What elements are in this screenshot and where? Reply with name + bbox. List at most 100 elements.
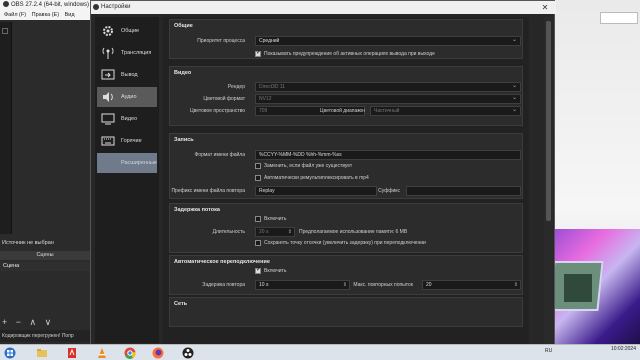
sidebar-item-label: Общие	[121, 28, 140, 34]
overwrite-label: Заменить, если файл уже существует	[264, 163, 353, 169]
no-source-label: Источник не выбран	[2, 240, 54, 246]
firefox-icon[interactable]	[152, 347, 164, 359]
section-recording: Запись Формат имени файла %CCYY-%MM-%DD …	[169, 133, 523, 199]
color-format-label: Цветовой формат	[203, 96, 245, 102]
section-title: Сеть	[174, 301, 188, 307]
scrollbar-thumb[interactable]	[546, 21, 551, 221]
obs-logo-icon	[3, 1, 9, 7]
language-indicator[interactable]: RU	[545, 348, 552, 354]
section-title: Автоматическое переподключение	[174, 259, 270, 265]
sidebar-item-label: Видео	[121, 116, 138, 122]
dialog-title-bar: Настройки ✕	[91, 1, 556, 14]
clock[interactable]: 10:02:2024	[611, 346, 636, 353]
scene-list-item[interactable]: Сцена	[0, 262, 90, 271]
section-stream-delay: Задержка потока Включить Длительность 20…	[169, 203, 523, 253]
close-icon[interactable]: ✕	[534, 1, 556, 14]
section-title: Запись	[174, 137, 194, 143]
scenes-header: Сцены	[0, 251, 90, 260]
broadcast-icon	[102, 47, 114, 59]
filename-format-input[interactable]: %CCYY-%MM-%DD %hh-%mm-%ss	[255, 150, 521, 160]
preview-handle-icon	[2, 28, 8, 34]
section-auto-reconnect: Автоматическое переподключение Включить …	[169, 255, 523, 295]
start-icon[interactable]	[4, 347, 16, 359]
renderer-select[interactable]: Direct3D 11	[255, 82, 521, 92]
menu-edit[interactable]: Правка (E)	[32, 12, 59, 18]
remux-label: Автоматически ремультиплексировать в mp4	[264, 175, 369, 181]
reconnect-enable-checkbox[interactable]	[255, 266, 261, 274]
duration-input[interactable]: 20 s	[255, 227, 295, 237]
sidebar-item-general[interactable]: Общие	[97, 21, 157, 41]
color-format-select[interactable]: NV12	[255, 94, 521, 104]
taskbar: RU 10:02:2024	[0, 344, 640, 360]
monitor-icon	[101, 113, 115, 125]
sidebar-item-video[interactable]: Видео	[97, 109, 157, 129]
settings-dialog: Настройки ✕ Общие Трансляция Вывод Аудио…	[90, 0, 556, 348]
preserve-cutoff-checkbox[interactable]	[255, 240, 261, 246]
delay-enable-checkbox[interactable]	[255, 216, 261, 222]
section-general: Общие Приоритет процесса Средний Показыв…	[169, 19, 523, 59]
settings-content: Общие Приоритет процесса Средний Показыв…	[163, 17, 529, 347]
folder-icon[interactable]	[36, 347, 48, 359]
sidebar-item-label: Аудио	[121, 94, 137, 100]
output-icon	[101, 69, 115, 80]
replay-prefix-label: Префикс имени файла повтора	[171, 188, 245, 194]
color-range-select[interactable]: Частичный	[370, 106, 521, 116]
priority-label: Приоритет процесса	[197, 38, 245, 44]
obs-taskbar-icon[interactable]	[182, 347, 194, 359]
sidebar-item-stream[interactable]: Трансляция	[97, 43, 157, 63]
obs-logo-icon	[93, 4, 99, 10]
retry-delay-label: Задержка повтора	[202, 282, 245, 288]
overwrite-checkbox[interactable]	[255, 163, 261, 169]
replay-prefix-input[interactable]: Replay	[255, 186, 377, 196]
sidebar-item-advanced[interactable]: Расширенные	[97, 153, 157, 173]
warn-exit-checkbox[interactable]	[255, 49, 261, 57]
color-space-label: Цветовое пространство	[189, 108, 245, 114]
speaker-icon	[103, 92, 113, 102]
chrome-icon[interactable]	[124, 347, 136, 359]
menu-view[interactable]: Вид	[65, 12, 75, 18]
scene-controls[interactable]: + − ∧ ∨	[0, 316, 90, 328]
section-title: Видео	[174, 70, 192, 76]
menu-file[interactable]: Файл (F)	[4, 12, 26, 18]
sidebar-item-label: Трансляция	[121, 50, 152, 56]
reconnect-enable-label: Включить	[264, 268, 287, 274]
status-bar: Кодировщик перегружен! Попр	[0, 330, 90, 342]
preview-edge	[0, 22, 12, 234]
dialog-title: Настройки	[101, 4, 131, 10]
cube-inner-graphic	[564, 274, 592, 302]
sidebar-item-audio[interactable]: Аудио	[97, 87, 157, 107]
section-video: Видео Рендер Direct3D 11 Цветовой формат…	[169, 66, 523, 126]
warn-exit-label: Показывать предупреждение об активных оп…	[264, 51, 435, 57]
retry-delay-input[interactable]: 10 s	[255, 280, 350, 290]
background-window-edge	[600, 12, 638, 24]
suffix-input[interactable]	[406, 186, 521, 196]
priority-select[interactable]: Средний	[255, 36, 521, 46]
obs-menu-bar: Файл (F) Правка (E) Вид	[0, 10, 90, 20]
remux-checkbox[interactable]	[255, 175, 261, 181]
sidebar-item-label: Расширенные	[121, 160, 157, 166]
sidebar-item-output[interactable]: Вывод	[97, 65, 157, 85]
obs-left-panel	[0, 20, 90, 342]
section-title: Задержка потока	[174, 207, 220, 213]
keyboard-icon	[101, 136, 115, 146]
filename-format-label: Формат имени файла	[194, 152, 246, 158]
vlc-icon[interactable]	[96, 347, 108, 359]
renderer-label: Рендер	[227, 84, 245, 90]
memory-estimate-label: Предполагаемое использование памяти: 6 M…	[299, 229, 408, 235]
delay-enable-label: Включить	[264, 216, 287, 222]
preserve-cutoff-label: Сохранять точку отсечки (увеличить задер…	[264, 240, 426, 246]
sidebar-item-label: Вывод	[121, 72, 138, 78]
settings-sidebar: Общие Трансляция Вывод Аудио Видео Горяч…	[95, 17, 159, 343]
obs-window-title: OBS 27.2.4 (64-bit, windows) -	[11, 2, 93, 8]
section-network: Сеть	[169, 297, 523, 327]
max-retries-label: Макс. повторных попыток	[353, 282, 413, 288]
pdf-icon[interactable]	[66, 347, 78, 359]
suffix-label: Суффикс	[378, 188, 400, 194]
color-range-label: Цветовой диапазон	[319, 108, 365, 114]
gear-icon	[103, 26, 113, 36]
duration-label: Длительность	[212, 229, 245, 235]
section-title: Общие	[174, 23, 193, 29]
sidebar-item-hotkeys[interactable]: Горячие клавиши	[97, 131, 157, 164]
settings-scrollbar[interactable]	[544, 17, 553, 347]
max-retries-input[interactable]: 20	[422, 280, 521, 290]
